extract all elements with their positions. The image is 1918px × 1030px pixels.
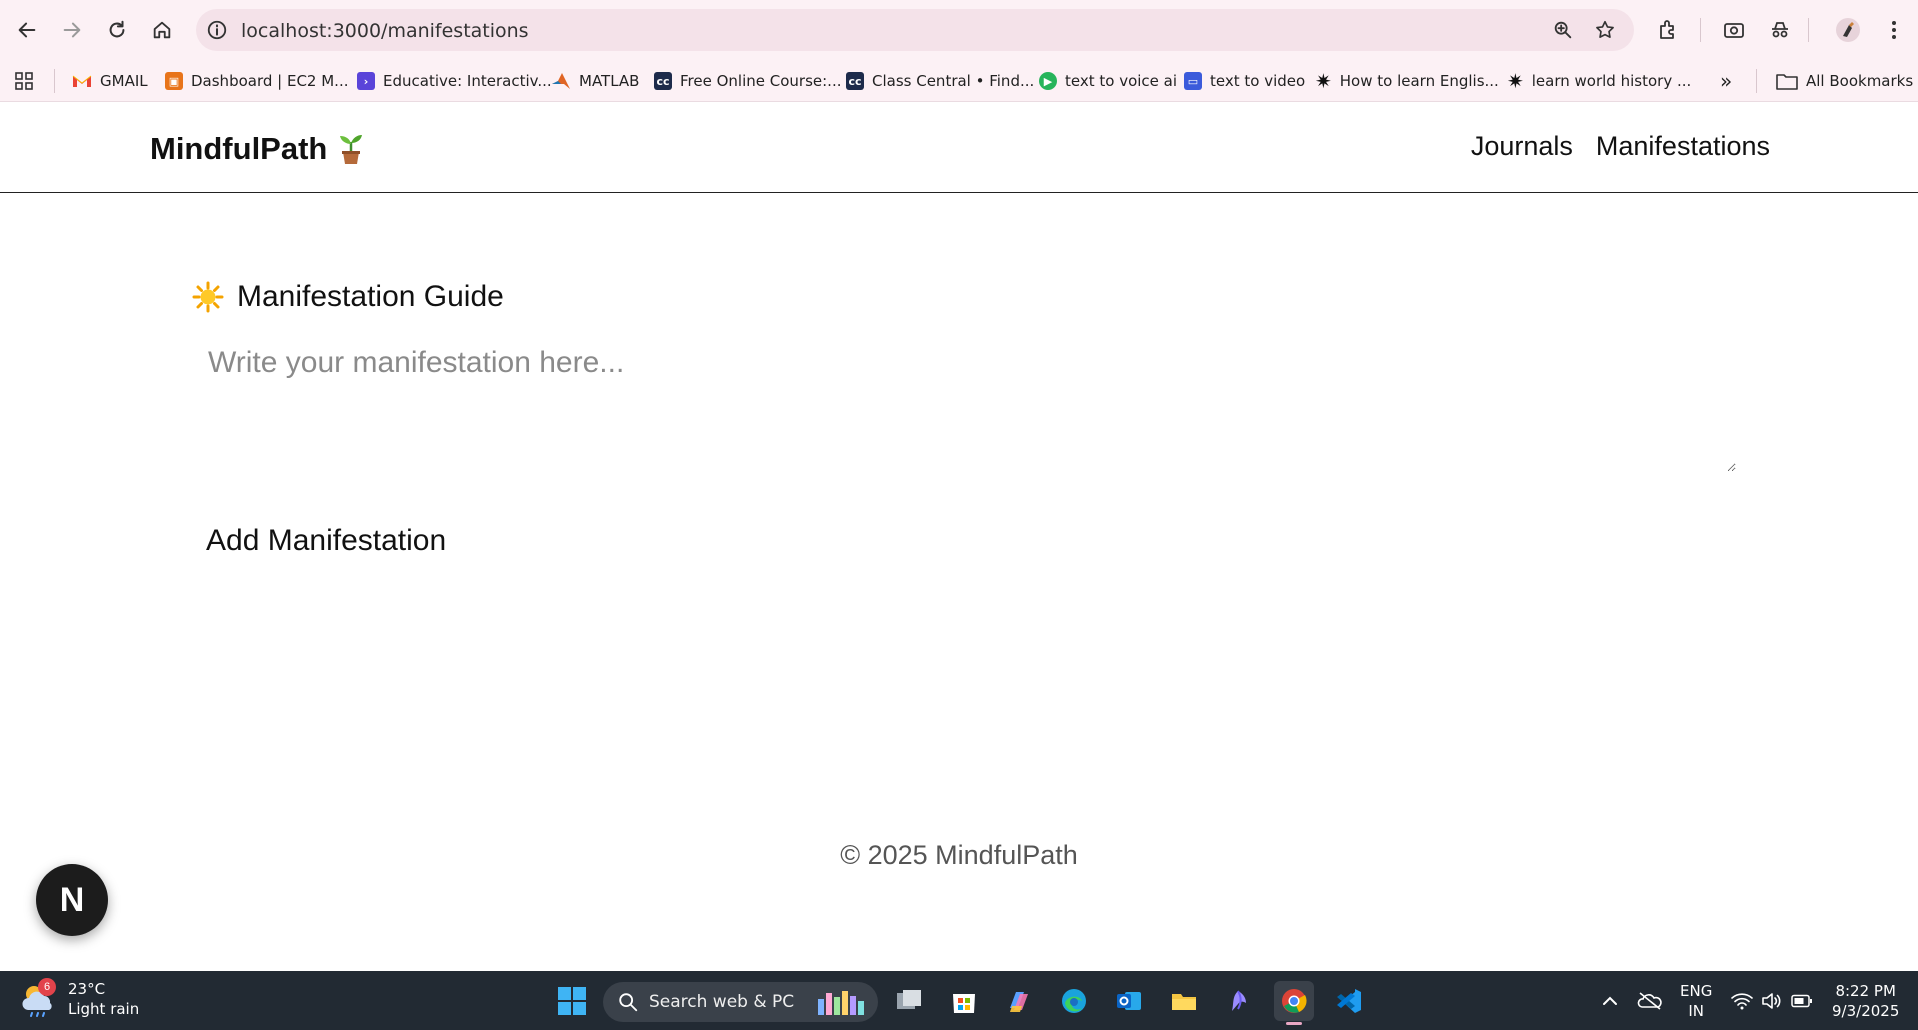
taskbar-search[interactable]: Search web & PC xyxy=(603,982,878,1022)
url-text: localhost:3000/manifestations xyxy=(241,20,529,42)
back-arrow-icon xyxy=(18,22,36,38)
profile-avatar-icon[interactable] xyxy=(1834,16,1862,44)
onedrive-offline-icon[interactable] xyxy=(1630,981,1670,1021)
windows-logo-icon xyxy=(558,987,586,1015)
bookmark-free-online-course[interactable]: cc Free Online Course:... xyxy=(654,68,841,94)
bookmark-text-to-voice[interactable]: ▶ text to voice ai xyxy=(1039,68,1177,94)
reload-button[interactable] xyxy=(99,12,135,48)
bookmark-star-icon[interactable] xyxy=(1592,17,1618,43)
dolphin-app-icon[interactable] xyxy=(1219,981,1259,1021)
section-title-text: Manifestation Guide xyxy=(237,280,504,313)
video-icon: ▭ xyxy=(1184,72,1202,90)
microsoft-store-icon[interactable] xyxy=(944,981,984,1021)
zoom-icon[interactable] xyxy=(1550,17,1576,43)
manifestation-input[interactable] xyxy=(192,330,1736,472)
site-info-icon[interactable] xyxy=(204,17,230,43)
home-icon xyxy=(153,21,171,39)
active-app-indicator xyxy=(1286,1022,1302,1025)
class-central-icon: cc xyxy=(654,72,672,90)
aws-icon: ▣ xyxy=(165,72,183,90)
bookmark-ec2-dashboard[interactable]: ▣ Dashboard | EC2 M... xyxy=(165,68,348,94)
add-manifestation-button[interactable]: Add Manifestation xyxy=(192,518,460,564)
bookmarks-divider xyxy=(54,69,55,93)
apps-grid-icon[interactable] xyxy=(14,68,34,94)
sun-icon xyxy=(192,281,224,313)
bookmarks-divider xyxy=(1756,69,1757,93)
weather-badge: 6 xyxy=(38,978,56,996)
play-icon: ▶ xyxy=(1039,72,1057,90)
next-badge-letter: N xyxy=(59,880,85,919)
footer-copyright: © 2025 MindfulPath xyxy=(840,840,1078,870)
sparkle-icon: ✷ xyxy=(1315,69,1332,93)
all-bookmarks-button[interactable]: All Bookmarks xyxy=(1776,68,1913,94)
address-bar[interactable]: localhost:3000/manifestations xyxy=(196,9,1634,51)
weather-cloud-icon: 6 xyxy=(20,978,58,1018)
browser-menu-icon[interactable] xyxy=(1880,16,1908,44)
back-button[interactable] xyxy=(9,12,45,48)
nav-link-journals[interactable]: Journals xyxy=(1471,131,1573,162)
clock[interactable]: 8:22 PM 9/3/2025 xyxy=(1832,981,1899,1021)
show-hidden-icons-chevron-icon[interactable] xyxy=(1590,981,1630,1021)
nav-link-manifestations[interactable]: Manifestations xyxy=(1596,131,1770,162)
bookmark-gmail[interactable]: GMAIL xyxy=(72,68,148,94)
educative-icon: › xyxy=(357,72,375,90)
toolbar-divider xyxy=(1700,18,1701,42)
sprout-icon xyxy=(340,135,363,164)
bookmark-class-central[interactable]: cc Class Central • Find... xyxy=(846,68,1034,94)
main-nav: Journals Manifestations xyxy=(1471,131,1770,162)
file-explorer-icon[interactable] xyxy=(1164,981,1204,1021)
bookmark-matlab[interactable]: MATLAB xyxy=(551,68,639,94)
bookmarks-bar: GMAIL ▣ Dashboard | EC2 M... › Educative… xyxy=(0,60,1918,102)
nextjs-dev-indicator[interactable]: N xyxy=(36,864,108,936)
bookmark-world-history[interactable]: ✷ learn world history ... xyxy=(1507,68,1691,94)
manifestation-guide-heading: Manifestation Guide xyxy=(192,280,504,314)
task-view-icon[interactable] xyxy=(889,981,929,1021)
reload-icon xyxy=(109,20,125,38)
chrome-taskbar-icon[interactable] xyxy=(1274,981,1314,1025)
outlook-icon[interactable] xyxy=(1109,981,1149,1021)
class-central-icon: cc xyxy=(846,72,864,90)
edge-icon[interactable] xyxy=(1054,981,1094,1021)
clock-time: 8:22 PM xyxy=(1835,982,1896,1000)
language-indicator[interactable]: ENG IN xyxy=(1680,981,1712,1021)
brand-logo[interactable]: MindfulPath xyxy=(150,131,365,167)
incognito-icon[interactable] xyxy=(1766,16,1794,44)
clock-date: 9/3/2025 xyxy=(1832,1002,1900,1020)
sparkle-icon: ✷ xyxy=(1507,69,1524,93)
bookmark-educative[interactable]: › Educative: Interactiv... xyxy=(357,68,552,94)
taskbar-search-label: Search web & PC xyxy=(649,992,795,1012)
weather-widget[interactable]: 6 23°C Light rain xyxy=(20,978,140,1019)
bookmarks-overflow-button[interactable]: » xyxy=(1720,68,1732,94)
brand-name: MindfulPath xyxy=(150,131,328,166)
home-button[interactable] xyxy=(144,12,180,48)
toolbar-divider xyxy=(1808,18,1809,42)
copilot-icon[interactable] xyxy=(999,981,1039,1021)
extensions-icon[interactable] xyxy=(1654,16,1682,44)
weather-temperature: 23°C xyxy=(68,980,106,998)
screenshot-icon[interactable] xyxy=(1720,16,1748,44)
matlab-icon xyxy=(552,73,570,89)
browser-toolbar: localhost:3000/manifestations xyxy=(0,0,1918,60)
forward-button[interactable] xyxy=(54,12,90,48)
gmail-icon xyxy=(72,75,92,87)
folder-icon xyxy=(1776,74,1798,90)
site-header: MindfulPath Journals Manifestations xyxy=(0,103,1918,193)
windows-taskbar: 6 23°C Light rain Search web & PC ENG IN… xyxy=(0,971,1918,1030)
weather-condition: Light rain xyxy=(68,1000,140,1018)
start-button[interactable] xyxy=(552,981,592,1021)
search-highlight-icon xyxy=(818,991,864,1015)
bookmark-learn-english[interactable]: ✷ How to learn Englis... xyxy=(1315,68,1499,94)
battery-icon[interactable] xyxy=(1782,981,1822,1021)
forward-arrow-icon xyxy=(63,22,81,38)
vscode-icon[interactable] xyxy=(1329,981,1369,1021)
search-icon xyxy=(619,993,638,1012)
bookmark-text-to-video[interactable]: ▭ text to video xyxy=(1184,68,1305,94)
